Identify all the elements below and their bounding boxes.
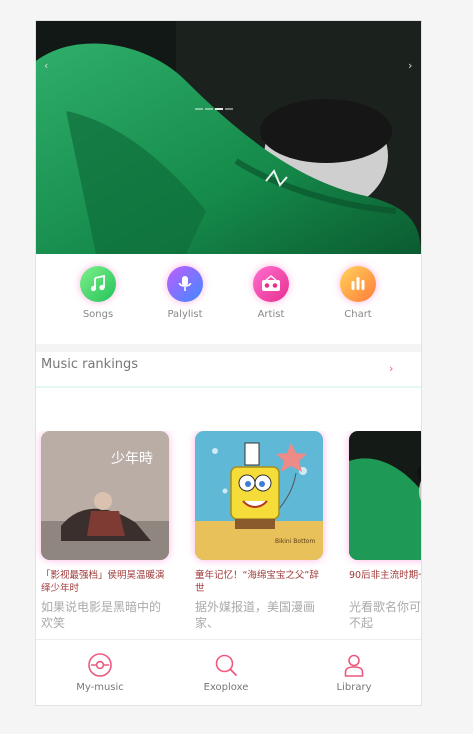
nav-artist-label: Artist xyxy=(257,309,285,320)
ranking-cards: 少年時 「影视最强档」侯明昊温暖演绎少年时 如果说电影是黑暗中的欢笑 Bikin… xyxy=(36,431,421,641)
radio-icon xyxy=(253,266,289,302)
card-description: 如果说电影是黑暗中的欢笑 xyxy=(41,600,162,630)
tab-library[interactable]: Library xyxy=(304,652,404,693)
nav-artist[interactable]: Artist xyxy=(231,266,311,320)
card-description: 据外媒报道，美国漫画家、 xyxy=(195,600,316,630)
tab-my-music[interactable]: My-music xyxy=(50,652,150,693)
rankings-title: Music rankings xyxy=(41,357,139,372)
nav-songs[interactable]: Songs xyxy=(58,266,138,320)
banner-dot[interactable] xyxy=(205,108,213,110)
banner-next-button[interactable]: › xyxy=(408,59,412,72)
bottom-tab-bar: My-music Exoploxe Library xyxy=(36,639,421,705)
card-cover-image: Bikini Bottom xyxy=(195,431,323,560)
banner-carousel[interactable]: ‹ › xyxy=(36,21,421,254)
user-icon xyxy=(344,654,364,677)
banner-dot[interactable] xyxy=(215,108,223,110)
card-title: 90后非主流时期一定听过！ xyxy=(349,570,421,581)
card-cover-image xyxy=(349,431,421,560)
tab-my-music-label: My-music xyxy=(76,682,124,693)
card-description: 光看歌名你可能一时想不起 xyxy=(349,600,421,630)
tab-explore-label: Exoploxe xyxy=(203,682,249,693)
search-icon xyxy=(215,654,237,676)
nav-playlist[interactable]: Palylist xyxy=(145,266,225,320)
banner-pagination xyxy=(195,108,233,112)
rankings-header: Music rankings › xyxy=(36,352,421,388)
banner-image xyxy=(36,21,421,254)
disc-icon xyxy=(88,653,112,677)
nav-songs-label: Songs xyxy=(82,309,114,320)
ranking-card[interactable]: 90后非主流时期一定听过！ 光看歌名你可能一时想不起 xyxy=(349,431,421,631)
bar-chart-icon xyxy=(340,266,376,302)
card-title: 「影视最强档」侯明昊温暖演绎少年时 xyxy=(41,570,165,594)
banner-dot[interactable] xyxy=(195,108,203,110)
tab-library-label: Library xyxy=(336,682,372,693)
app-screen: ‹ › Songs Palylist Artist Chart Music ra… xyxy=(35,20,422,706)
ranking-card[interactable]: 少年時 「影视最强档」侯明昊温暖演绎少年时 如果说电影是黑暗中的欢笑 xyxy=(41,431,170,631)
music-note-icon xyxy=(80,266,116,302)
nav-playlist-label: Palylist xyxy=(167,309,203,320)
card-cover-text: 少年時 xyxy=(111,451,153,467)
banner-prev-button[interactable]: ‹ xyxy=(44,59,48,72)
ranking-card[interactable]: Bikini Bottom 童年记忆！“海绵宝宝之父”辞世 据外媒报道，美国漫画… xyxy=(195,431,324,631)
banner-dot[interactable] xyxy=(225,108,233,110)
microphone-icon xyxy=(167,266,203,302)
tab-explore[interactable]: Exoploxe xyxy=(176,652,276,693)
section-divider xyxy=(36,344,421,352)
card-title: 童年记忆！“海绵宝宝之父”辞世 xyxy=(195,570,319,594)
nav-chart-label: Chart xyxy=(344,309,372,320)
quick-nav: Songs Palylist Artist Chart xyxy=(36,254,421,344)
nav-chart[interactable]: Chart xyxy=(318,266,398,320)
rankings-more-button[interactable]: › xyxy=(389,362,393,375)
card-cover-image: 少年時 xyxy=(41,431,169,560)
card-cover-text: Bikini Bottom xyxy=(275,538,315,545)
